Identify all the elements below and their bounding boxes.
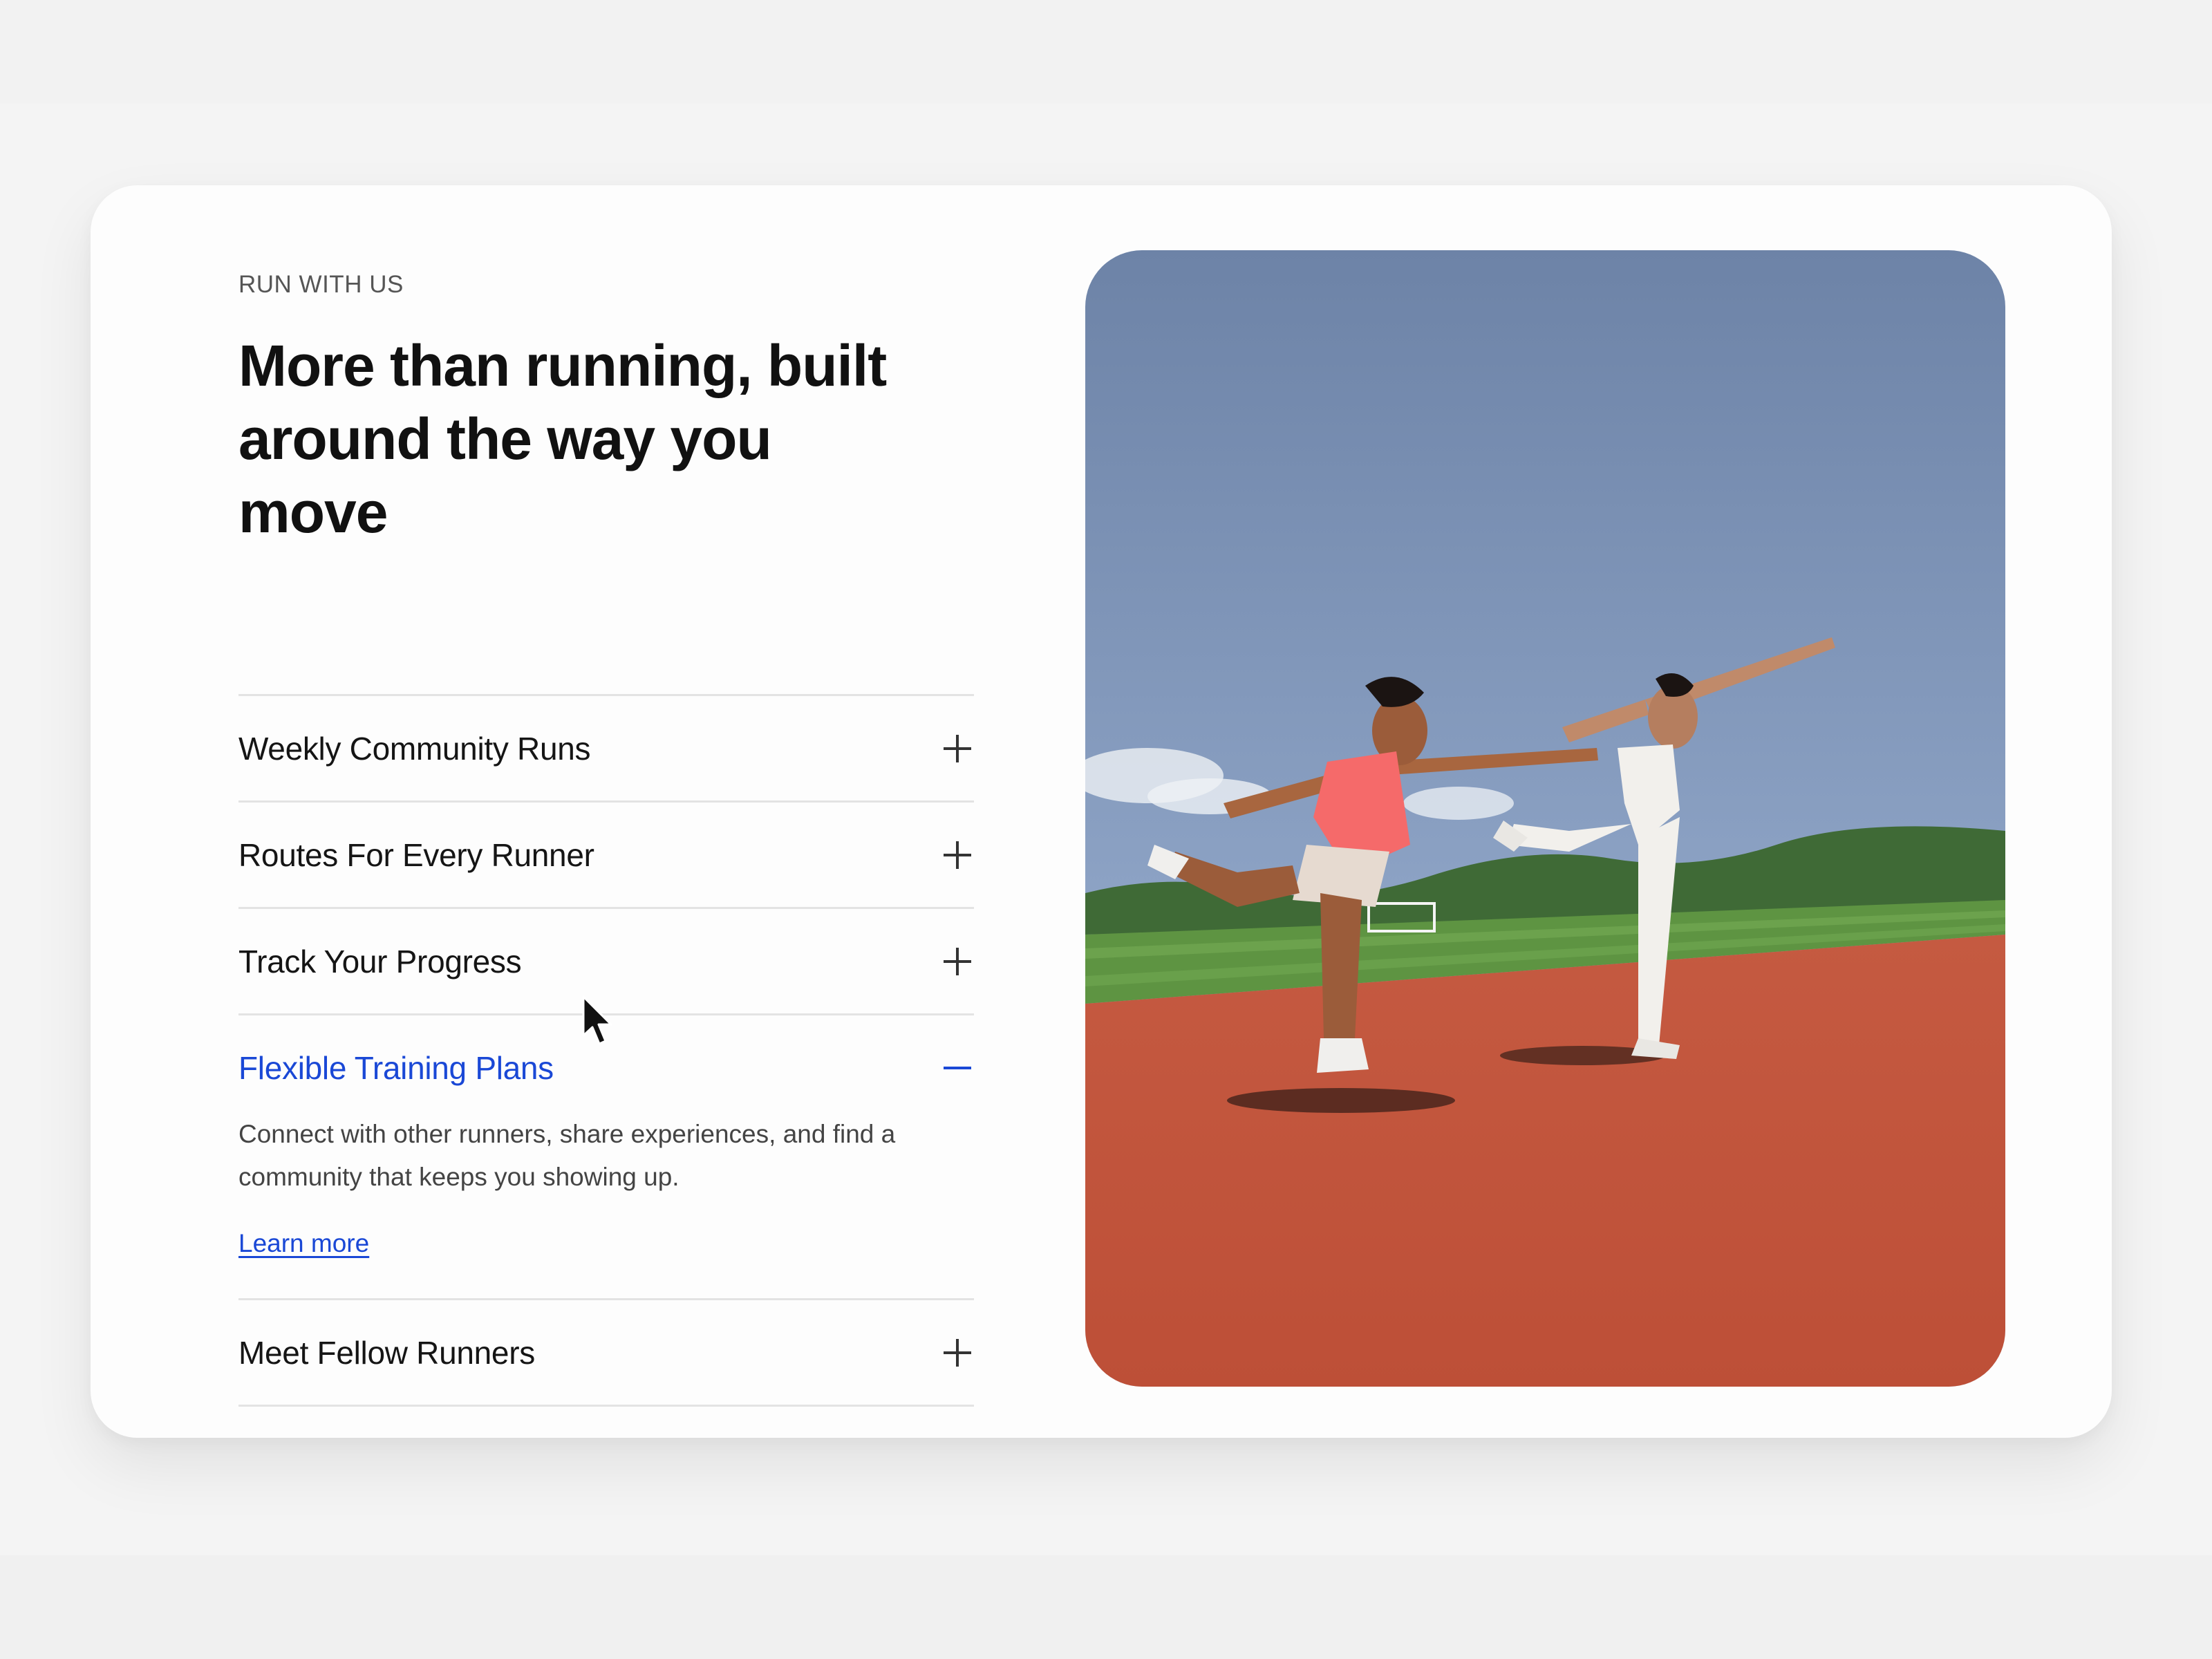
accordion-header-weekly-community-runs[interactable]: Weekly Community Runs (238, 696, 974, 800)
accordion-panel: Connect with other runners, share experi… (238, 1113, 974, 1298)
section-eyebrow: RUN WITH US (238, 271, 404, 298)
plus-icon[interactable] (944, 947, 971, 975)
minus-icon[interactable] (944, 1054, 971, 1082)
accordion-title: Meet Fellow Runners (238, 1334, 535, 1371)
text-column: RUN WITH US More than running, built aro… (238, 268, 974, 1407)
page-top-band (0, 0, 2212, 104)
plus-icon[interactable] (944, 734, 971, 762)
plus-icon[interactable] (944, 841, 971, 869)
athletes-photo (1085, 250, 2005, 1387)
accordion-title: Flexible Training Plans (238, 1049, 554, 1086)
section-headline: More than running, built around the way … (238, 333, 887, 545)
accordion-title: Weekly Community Runs (238, 730, 591, 767)
accordion-item: Routes For Every Runner (238, 803, 974, 909)
accordion-item: Meet Fellow Runners (238, 1300, 974, 1407)
features-accordion: Weekly Community Runs Routes For Every R… (238, 694, 974, 1407)
page-bottom-band (0, 1555, 2212, 1659)
accordion-panel-text: Connect with other runners, share experi… (238, 1120, 896, 1191)
accordion-item-expanded: Flexible Training Plans Connect with oth… (238, 1015, 974, 1300)
accordion-header-routes-for-every-runner[interactable]: Routes For Every Runner (238, 803, 974, 907)
accordion-title: Routes For Every Runner (238, 836, 594, 873)
plus-icon[interactable] (944, 1338, 971, 1367)
mouse-cursor-icon (582, 995, 612, 1045)
feature-card: RUN WITH US More than running, built aro… (91, 185, 2112, 1438)
accordion-title: Track Your Progress (238, 943, 522, 980)
learn-more-link[interactable]: Learn more (238, 1229, 369, 1258)
accordion-header-meet-fellow-runners[interactable]: Meet Fellow Runners (238, 1300, 974, 1405)
accordion-item: Weekly Community Runs (238, 696, 974, 803)
